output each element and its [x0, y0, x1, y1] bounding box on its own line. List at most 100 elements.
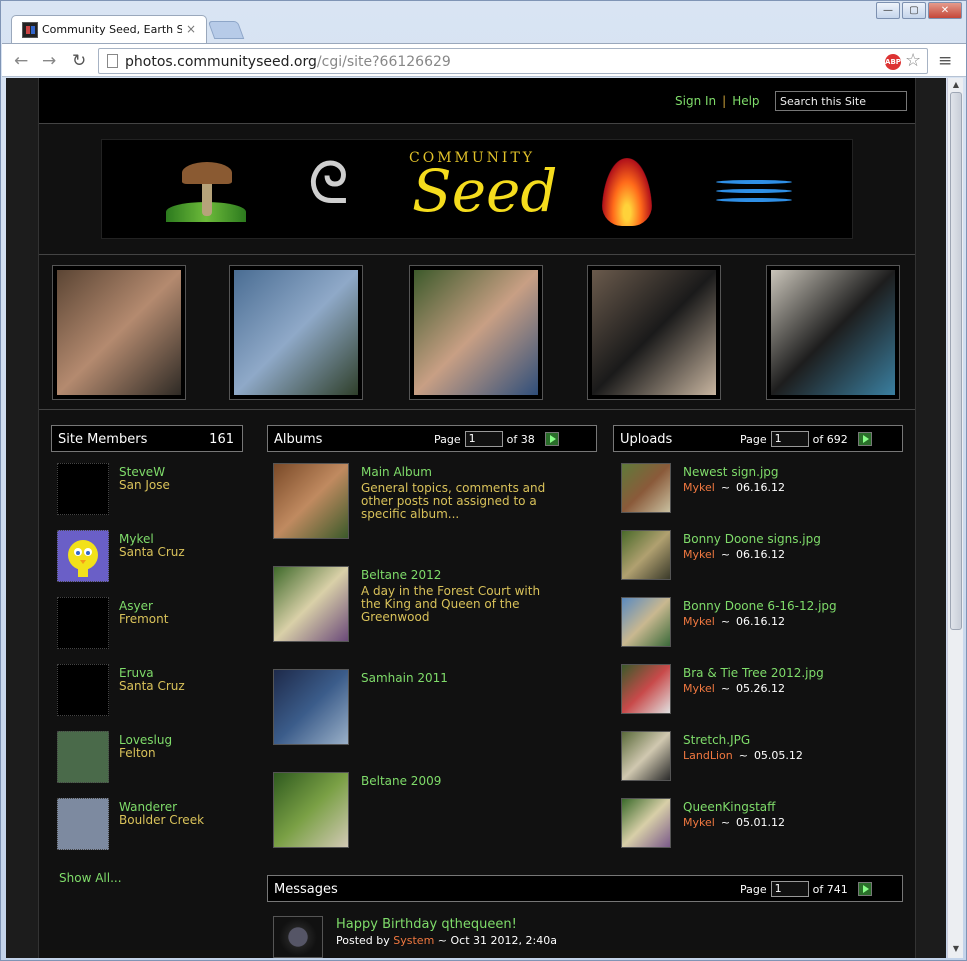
avatar[interactable]: [57, 664, 109, 716]
album-thumbnail[interactable]: [273, 463, 349, 539]
albums-next-page-icon[interactable]: [544, 432, 559, 446]
uploads-page-input[interactable]: 1: [770, 431, 809, 447]
upload-user[interactable]: LandLion: [683, 749, 733, 762]
minimize-button[interactable]: —: [876, 2, 900, 19]
bookmark-star-icon[interactable]: ☆: [905, 50, 921, 71]
adblock-icon[interactable]: ABP: [885, 54, 901, 70]
upload-user[interactable]: Mykel: [683, 816, 715, 829]
messages-page-input[interactable]: 1: [770, 881, 809, 897]
member-location: Boulder Creek: [119, 813, 205, 827]
upload-item[interactable]: Newest sign.jpg Mykel ~06.16.12: [621, 463, 911, 515]
member-item[interactable]: Asyer Fremont: [57, 597, 237, 651]
upload-title[interactable]: Bonny Doone 6-16-12.jpg: [683, 599, 837, 613]
forward-icon[interactable]: →: [42, 51, 56, 71]
album-item[interactable]: Beltane 2009: [273, 772, 603, 852]
featured-photo[interactable]: [52, 265, 186, 400]
upload-item[interactable]: QueenKingstaff Mykel ~05.01.12: [621, 798, 911, 850]
upload-user[interactable]: Mykel: [683, 682, 715, 695]
member-name[interactable]: Eruva: [119, 666, 154, 680]
site-search-input[interactable]: [775, 91, 907, 111]
member-item[interactable]: Loveslug Felton: [57, 731, 237, 785]
scroll-thumb[interactable]: [950, 92, 962, 630]
album-item[interactable]: Beltane 2012 A day in the Forest Court w…: [273, 566, 603, 646]
menu-icon[interactable]: ≡: [938, 51, 952, 71]
vertical-scrollbar[interactable]: ▲ ▼: [947, 78, 963, 958]
tilde-separator: ~: [720, 615, 731, 628]
member-name[interactable]: Mykel: [119, 532, 154, 546]
member-location: Santa Cruz: [119, 679, 185, 693]
show-all-members-link[interactable]: Show All...: [59, 871, 122, 885]
upload-thumbnail[interactable]: [621, 664, 671, 714]
close-window-button[interactable]: ✕: [928, 2, 962, 19]
upload-user[interactable]: Mykel: [683, 481, 715, 494]
albums-page-input[interactable]: 1: [464, 431, 503, 447]
upload-thumbnail[interactable]: [621, 798, 671, 848]
back-icon[interactable]: ←: [14, 51, 28, 71]
upload-item[interactable]: Bra & Tie Tree 2012.jpg Mykel ~05.26.12: [621, 664, 911, 716]
featured-photo[interactable]: [229, 265, 363, 400]
browser-tab[interactable]: Community Seed, Earth Spirit ×: [11, 15, 207, 43]
new-tab-button[interactable]: [207, 21, 245, 39]
album-title[interactable]: Beltane 2012: [361, 568, 441, 582]
member-name[interactable]: Loveslug: [119, 733, 172, 747]
avatar[interactable]: [57, 463, 109, 515]
upload-title[interactable]: QueenKingstaff: [683, 800, 775, 814]
upload-item[interactable]: Bonny Doone signs.jpg Mykel ~06.16.12: [621, 530, 911, 582]
album-item[interactable]: Samhain 2011: [273, 669, 603, 749]
album-thumbnail[interactable]: [273, 566, 349, 642]
site-banner[interactable]: ᘓ COMMUNITY Seed: [101, 139, 853, 239]
message-author[interactable]: System: [393, 934, 434, 947]
tab-close-icon[interactable]: ×: [186, 22, 196, 36]
upload-item[interactable]: Stretch.JPG LandLion ~05.05.12: [621, 731, 911, 783]
featured-photo[interactable]: [587, 265, 721, 400]
maximize-button[interactable]: ▢: [902, 2, 926, 19]
avatar[interactable]: [57, 597, 109, 649]
album-title[interactable]: Beltane 2009: [361, 774, 441, 788]
address-bar[interactable]: photos.communityseed.org/cgi/site?661266…: [98, 48, 928, 74]
sign-in-link[interactable]: Sign In: [675, 94, 716, 108]
upload-title[interactable]: Bra & Tie Tree 2012.jpg: [683, 666, 824, 680]
album-thumbnail[interactable]: [273, 772, 349, 848]
reload-icon[interactable]: ↻: [72, 51, 86, 71]
uploads-next-page-icon[interactable]: [857, 432, 872, 446]
upload-title[interactable]: Newest sign.jpg: [683, 465, 779, 479]
member-item[interactable]: Mykel Santa Cruz: [57, 530, 237, 584]
upload-thumbnail[interactable]: [621, 731, 671, 781]
member-item[interactable]: Eruva Santa Cruz: [57, 664, 237, 718]
scroll-up-icon[interactable]: ▲: [950, 80, 962, 92]
uploads-header: Uploads Page 1 of 692: [613, 425, 903, 452]
upload-item[interactable]: Bonny Doone 6-16-12.jpg Mykel ~06.16.12: [621, 597, 911, 649]
upload-thumbnail[interactable]: [621, 530, 671, 580]
upload-user[interactable]: Mykel: [683, 615, 715, 628]
featured-photo[interactable]: [409, 265, 543, 400]
page-of-label: of 741: [812, 882, 848, 896]
upload-title[interactable]: Bonny Doone signs.jpg: [683, 532, 821, 546]
avatar[interactable]: [57, 798, 109, 850]
site-members-header: Site Members 161: [51, 425, 243, 452]
album-title[interactable]: Samhain 2011: [361, 671, 448, 685]
site-page: Sign In | Help ᘓ COMMUNITY Seed: [38, 78, 916, 958]
tilde-separator: ~: [720, 548, 731, 561]
album-thumbnail[interactable]: [273, 669, 349, 745]
member-name[interactable]: Wanderer: [119, 800, 177, 814]
avatar[interactable]: [57, 530, 109, 582]
upload-thumbnail[interactable]: [621, 463, 671, 513]
message-title[interactable]: Happy Birthday qthequeen!: [336, 917, 517, 932]
featured-photo[interactable]: [766, 265, 900, 400]
member-item[interactable]: SteveW San Jose: [57, 463, 237, 517]
upload-user[interactable]: Mykel: [683, 548, 715, 561]
member-item[interactable]: Wanderer Boulder Creek: [57, 798, 237, 852]
scroll-down-icon[interactable]: ▼: [950, 944, 962, 956]
upload-date: 05.01.12: [736, 816, 786, 829]
help-link[interactable]: Help: [732, 94, 759, 108]
upload-thumbnail[interactable]: [621, 597, 671, 647]
message-avatar[interactable]: [273, 916, 323, 958]
avatar[interactable]: [57, 731, 109, 783]
album-title[interactable]: Main Album: [361, 465, 432, 479]
album-item[interactable]: Main Album General topics, comments and …: [273, 463, 603, 543]
member-name[interactable]: SteveW: [119, 465, 165, 479]
messages-next-page-icon[interactable]: [857, 882, 872, 896]
upload-meta: Mykel ~06.16.12: [683, 615, 785, 628]
upload-title[interactable]: Stretch.JPG: [683, 733, 750, 747]
member-name[interactable]: Asyer: [119, 599, 153, 613]
